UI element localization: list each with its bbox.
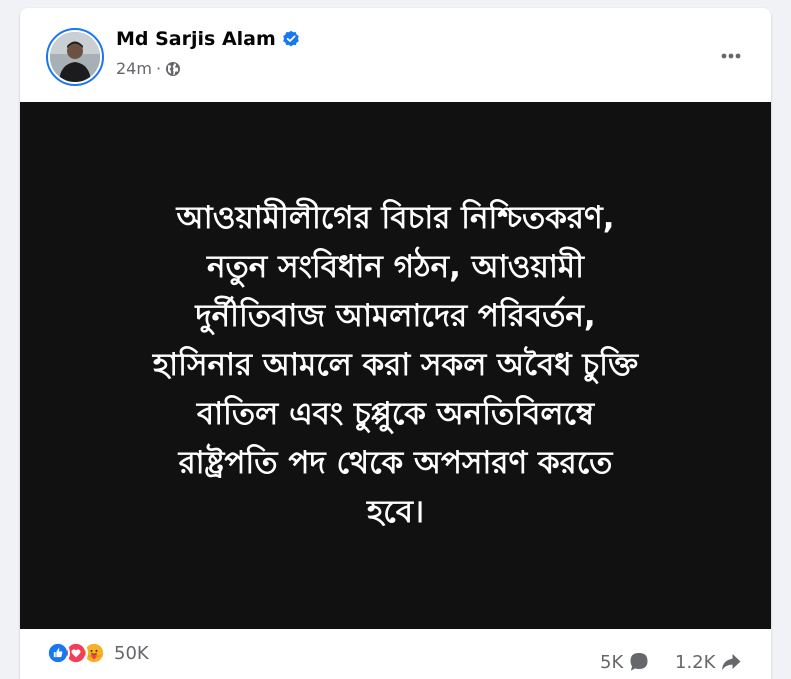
post-header: Md Sarjis Alam 24m ·	[20, 8, 771, 102]
like-icon	[46, 641, 70, 665]
comment-icon	[628, 651, 650, 673]
shares-count-button[interactable]: 1.2K	[675, 651, 742, 673]
post-image[interactable]: আওয়ামীলীগের বিচার নিশ্চিতকরণ, নতুন সংবি…	[20, 102, 771, 629]
more-horizontal-icon	[721, 53, 741, 59]
reaction-count: 50K	[114, 642, 149, 664]
post-card: Md Sarjis Alam 24m · আওয়ামীলীগের বিচার …	[20, 8, 771, 679]
post-timestamp[interactable]: 24m	[116, 59, 152, 78]
post-image-text: আওয়ামীলীগের বিচার নিশ্চিতকরণ, নতুন সংবি…	[152, 200, 639, 530]
author-name[interactable]: Md Sarjis Alam	[116, 28, 300, 50]
comments-count: 5K	[600, 651, 624, 673]
profile-photo-icon	[50, 32, 100, 82]
reactions-summary[interactable]: 50K	[46, 641, 149, 665]
more-options-button[interactable]	[713, 38, 749, 74]
avatar[interactable]	[46, 28, 104, 86]
meta-separator: ·	[155, 59, 162, 78]
share-icon	[720, 651, 742, 673]
shares-count: 1.2K	[675, 651, 716, 673]
verified-badge-icon	[282, 30, 300, 48]
author-name-label: Md Sarjis Alam	[116, 28, 276, 50]
comments-count-button[interactable]: 5K	[600, 651, 650, 673]
globe-icon[interactable]	[165, 61, 181, 77]
post-meta: 24m ·	[116, 59, 181, 78]
post-footer: 50K 5K 1.2K	[20, 629, 771, 679]
